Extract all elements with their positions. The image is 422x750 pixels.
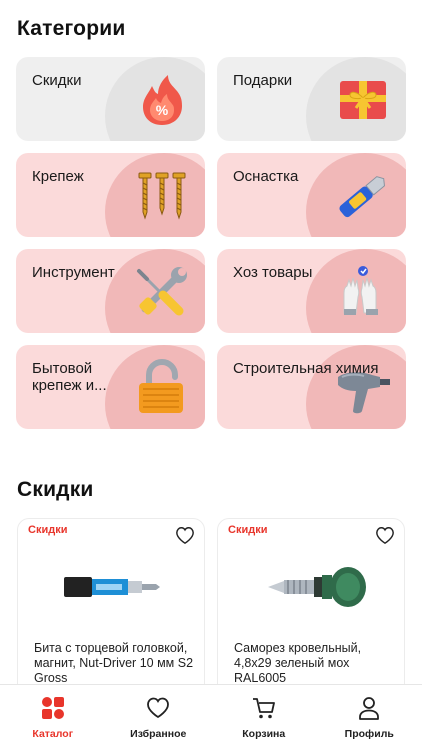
category-tile-discounts[interactable]: Скидки % xyxy=(16,57,205,141)
category-tile-home-fasteners[interactable]: Бытовой крепеж и... xyxy=(16,345,205,429)
category-label: Хоз товары xyxy=(233,264,313,281)
category-label: Оснастка xyxy=(233,168,299,185)
tab-cart[interactable]: Корзина xyxy=(211,685,317,750)
tab-label: Избранное xyxy=(130,728,187,740)
gloves-icon xyxy=(343,266,378,315)
category-tile-building-chemicals[interactable]: Строительная химия xyxy=(217,345,406,429)
screws-icon xyxy=(138,172,186,220)
category-tile-household[interactable]: Хоз товары xyxy=(217,249,406,333)
wrench-screwdriver-icon xyxy=(137,267,187,316)
sale-badge: Скидки xyxy=(28,524,68,536)
sale-badge: Скидки xyxy=(228,524,268,536)
sale-section-title: Скидки xyxy=(17,478,94,501)
tab-favorites[interactable]: Избранное xyxy=(106,685,212,750)
tab-profile[interactable]: Профиль xyxy=(317,685,422,750)
gift-icon xyxy=(340,81,386,119)
utility-knife-icon xyxy=(339,176,386,218)
profile-icon xyxy=(359,697,380,720)
product-card[interactable]: Скидки Саморез кровельный, 4,8х29 зелены… xyxy=(217,518,405,698)
tab-label: Корзина xyxy=(242,728,286,740)
bottom-tab-bar: Каталог Избранное Корзина Профиль xyxy=(0,684,422,750)
svg-text:%: % xyxy=(156,102,169,118)
catalog-icon xyxy=(41,697,64,719)
tab-catalog[interactable]: Каталог xyxy=(0,685,106,750)
category-label: Скидки xyxy=(32,72,82,89)
discount-fire-icon: % xyxy=(143,75,182,125)
product-card[interactable]: Скидки Бита с торцевой головкой, магнит,… xyxy=(17,518,205,698)
product-image xyxy=(268,567,366,607)
favorite-heart-icon[interactable] xyxy=(174,525,196,545)
product-name: Саморез кровельный, 4,8х29 зеленый мох R… xyxy=(234,641,362,685)
heart-icon xyxy=(147,697,170,719)
category-tile-tooling[interactable]: Оснастка xyxy=(217,153,406,237)
categories-grid: Скидки % Подарки Крепеж Оснастка Инструм… xyxy=(16,57,406,429)
favorite-heart-icon[interactable] xyxy=(374,525,396,545)
category-label: Строительная химия xyxy=(233,360,379,377)
category-label: Инструмент xyxy=(32,264,115,281)
sale-products-list: Скидки Бита с торцевой головкой, магнит,… xyxy=(17,518,405,698)
categories-title: Категории xyxy=(17,17,126,40)
category-label: Подарки xyxy=(233,72,293,89)
tab-label: Профиль xyxy=(344,728,394,740)
cart-icon xyxy=(252,698,275,719)
tab-label: Каталог xyxy=(32,728,74,740)
product-name: Бита с торцевой головкой, магнит, Nut-Dr… xyxy=(34,641,194,685)
category-tile-tools[interactable]: Инструмент xyxy=(16,249,205,333)
category-label: Бытовой крепеж и... xyxy=(32,360,107,394)
category-tile-fasteners[interactable]: Крепеж xyxy=(16,153,205,237)
category-tile-gifts[interactable]: Подарки xyxy=(217,57,406,141)
product-image xyxy=(64,577,160,597)
category-label: Крепеж xyxy=(32,168,84,185)
